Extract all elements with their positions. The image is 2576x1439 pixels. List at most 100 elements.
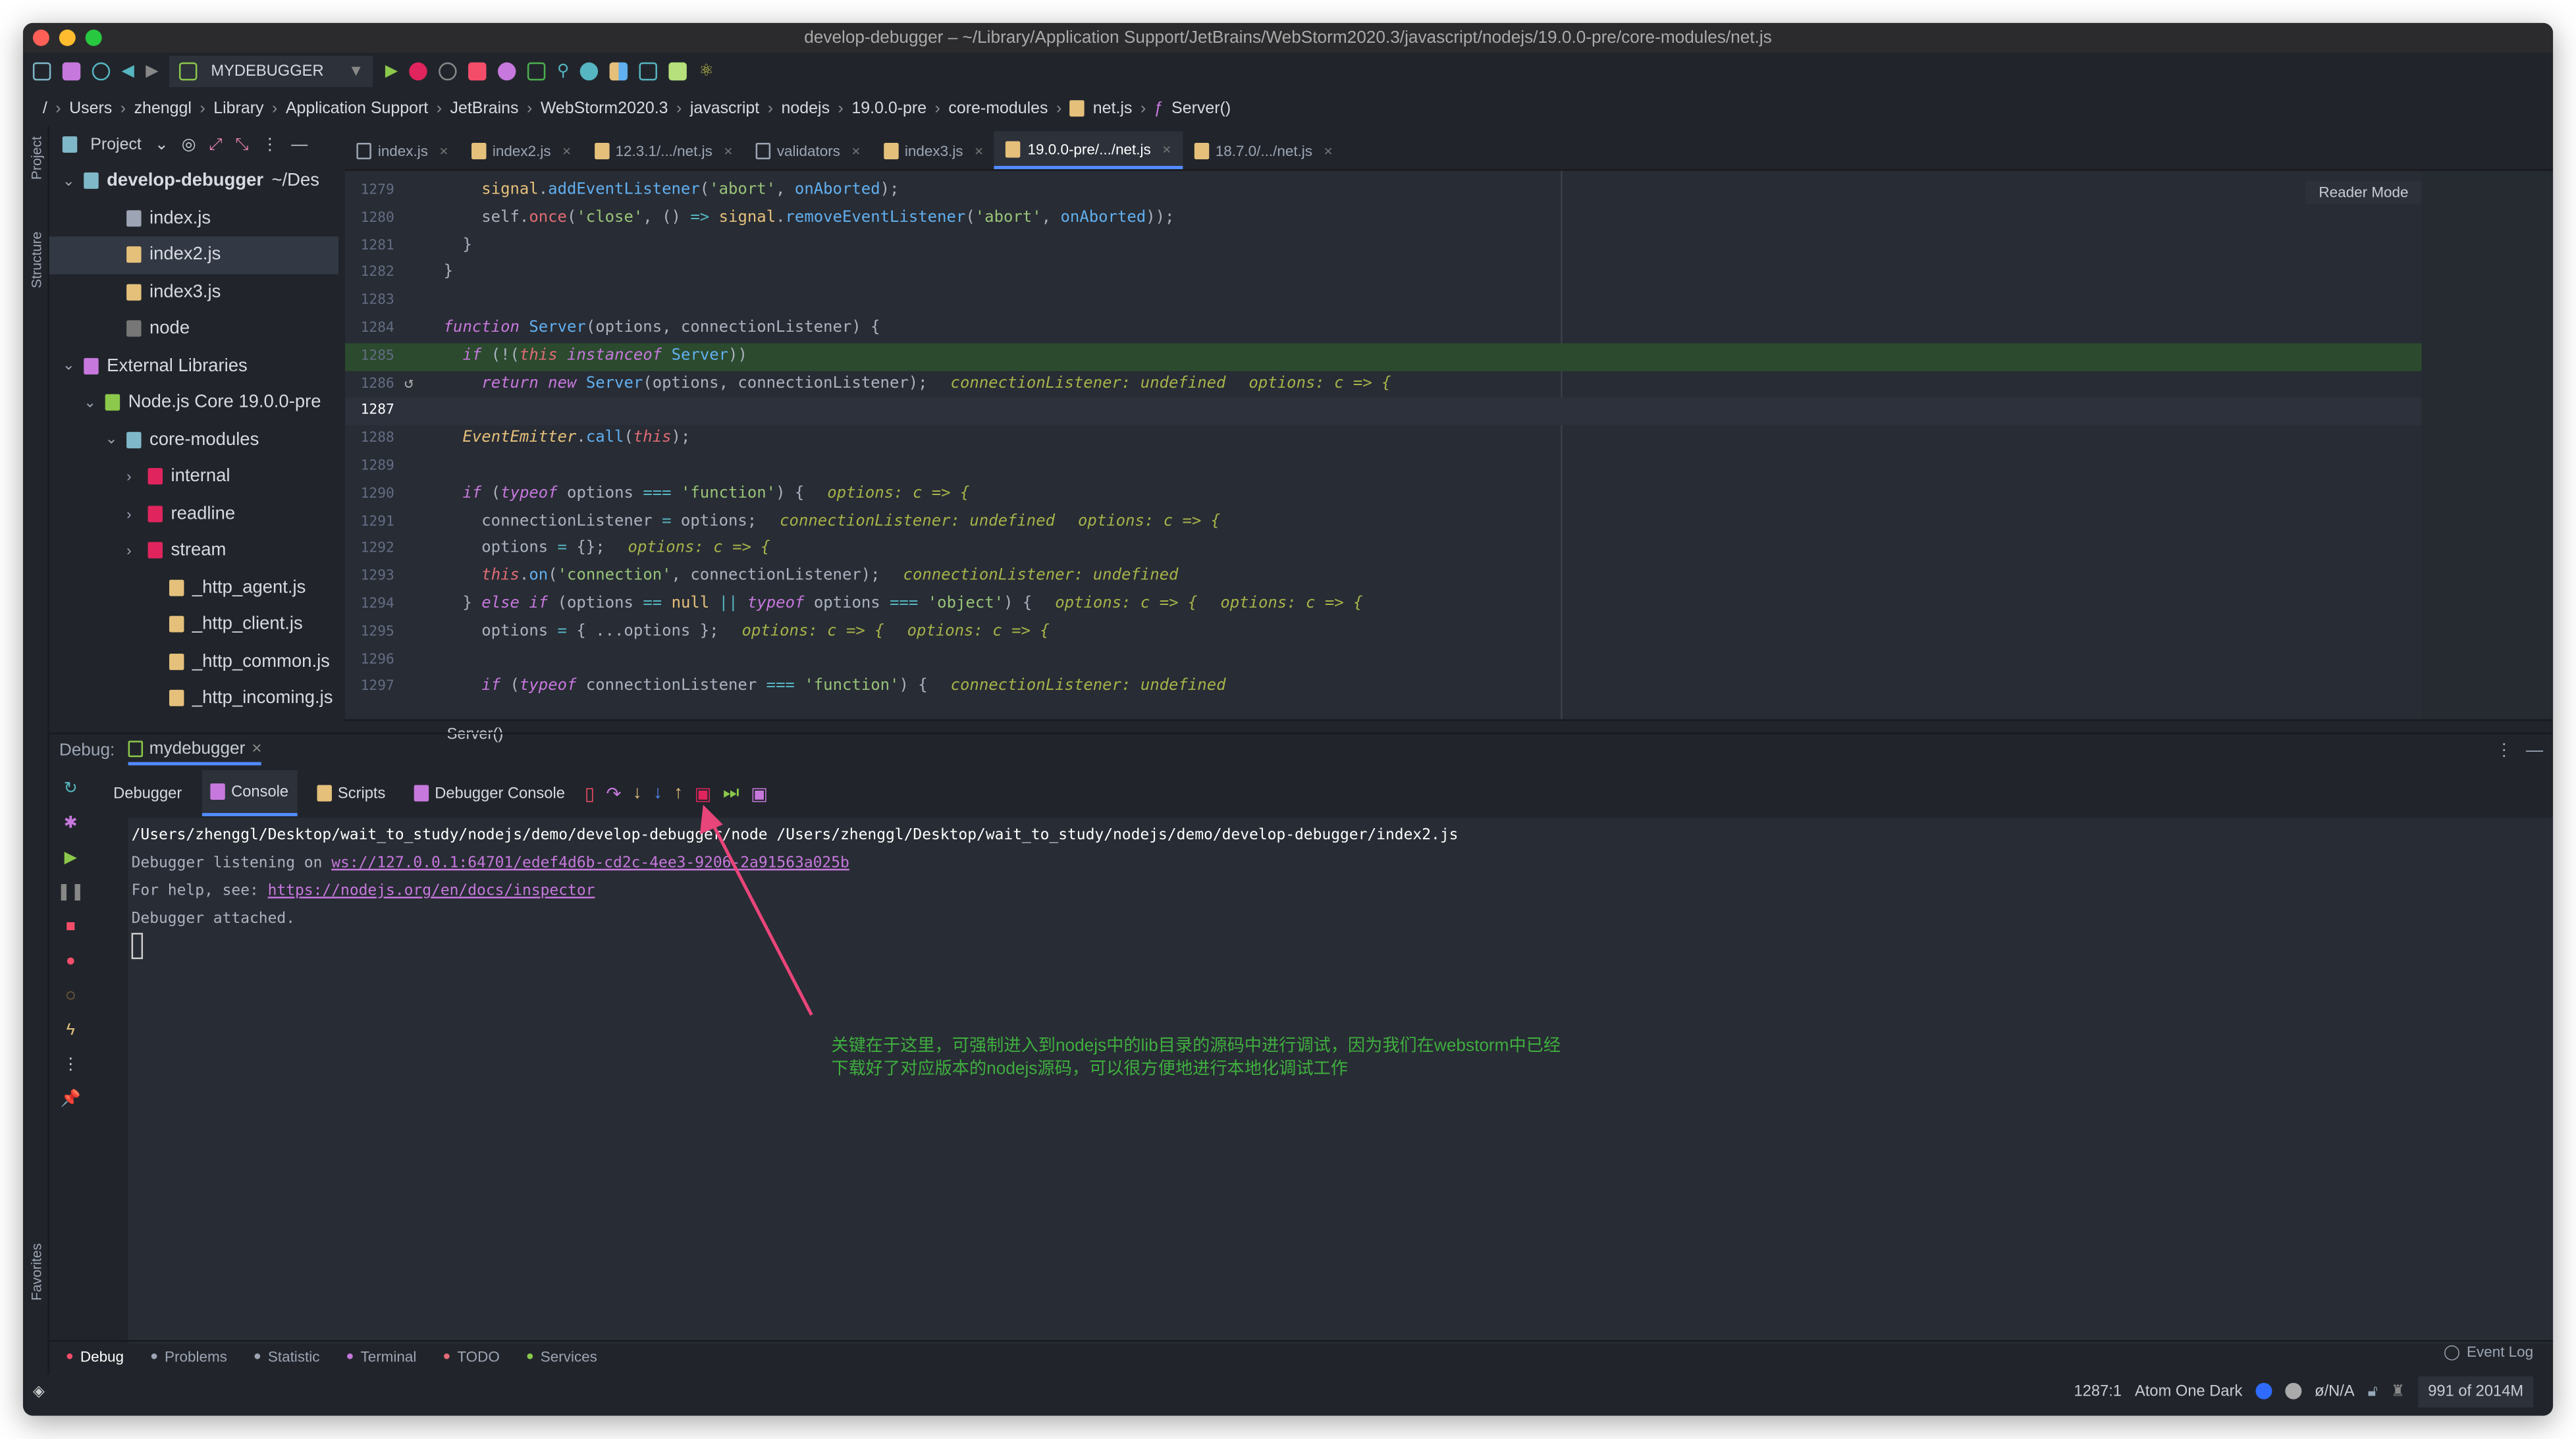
debug-tab-debugger-console[interactable]: Debugger Console xyxy=(405,770,573,816)
line-number[interactable]: 1285 xyxy=(352,343,394,371)
line-number[interactable]: 1288 xyxy=(352,426,394,454)
tree-item[interactable]: index.js xyxy=(49,199,338,236)
tool-window-debug[interactable]: ● Debug xyxy=(66,1347,124,1364)
close-icon[interactable]: × xyxy=(252,738,261,758)
memory-indicator[interactable]: 991 of 2014M xyxy=(2418,1375,2534,1407)
tree-item[interactable]: ⌄ Node.js Core 19.0.0-pre xyxy=(49,384,338,421)
tree-item[interactable]: ⌄ develop-debugger ~/Des xyxy=(49,163,338,199)
breadcrumb-item[interactable]: core-modules xyxy=(948,99,1048,117)
line-number[interactable]: 1279 xyxy=(352,177,394,205)
line-number[interactable]: 1283 xyxy=(352,288,394,315)
chevron-icon[interactable]: ⌄ xyxy=(63,357,76,375)
favorites-tool-tab[interactable]: Favorites xyxy=(28,1243,44,1301)
resume-icon[interactable]: ▶ xyxy=(65,849,77,867)
unlock-icon[interactable]: 🔓︎ xyxy=(2368,1382,2378,1400)
line-number[interactable]: 1294 xyxy=(352,591,394,619)
line-number[interactable]: 1286 xyxy=(352,371,394,398)
line-number[interactable]: 1284 xyxy=(352,315,394,343)
settings-gear-icon[interactable]: ✱ xyxy=(64,814,78,832)
force-step-into-icon[interactable]: ↓ xyxy=(653,783,662,803)
editor-tab[interactable]: 18.7.0/.../net.js × xyxy=(1183,132,1344,169)
console-input-cursor[interactable] xyxy=(131,933,144,960)
alarm-icon[interactable]: ♜ xyxy=(2391,1382,2405,1400)
run-configuration-select[interactable]: MYDEBUGGER ▼ xyxy=(169,55,374,88)
websocket-link[interactable]: ws://127.0.0.1:64701/edef4d6b-cd2c-4ee3-… xyxy=(331,854,849,872)
plugin-icon[interactable] xyxy=(669,62,687,81)
structure-tool-tab[interactable]: Structure xyxy=(28,232,44,288)
tree-item[interactable]: › stream xyxy=(49,532,338,569)
line-number[interactable]: 1293 xyxy=(352,563,394,591)
line-number[interactable]: 1296 xyxy=(352,646,394,674)
hide-panel-icon[interactable]: — xyxy=(2526,740,2543,760)
breadcrumb-item[interactable]: Users xyxy=(69,99,112,117)
tree-item[interactable]: _http_client.js xyxy=(49,606,338,643)
debug-icon[interactable] xyxy=(409,62,427,81)
vcs-branch[interactable]: ø/N/A xyxy=(2315,1382,2355,1400)
breadcrumb-item[interactable]: Application Support xyxy=(286,99,428,117)
tool-window-todo[interactable]: ● TODO xyxy=(443,1347,500,1364)
layers-icon[interactable]: ◈ xyxy=(33,1382,45,1400)
pin-icon[interactable]: 📌 xyxy=(61,1091,81,1109)
react-icon[interactable]: ⚛ xyxy=(699,63,713,80)
project-tool-tab[interactable]: Project xyxy=(28,136,44,180)
tree-item[interactable]: _http_agent.js xyxy=(49,569,338,606)
evaluate-expression-icon[interactable]: ▣ xyxy=(751,783,768,804)
chevron-icon[interactable]: › xyxy=(126,469,140,485)
close-tab-icon[interactable]: × xyxy=(1162,140,1171,157)
editor-tab[interactable]: validators × xyxy=(744,132,872,169)
tree-item[interactable]: › readline xyxy=(49,495,338,532)
monitor-icon[interactable] xyxy=(639,62,658,81)
event-log-button[interactable]: ◯ Event Log xyxy=(2444,1344,2533,1361)
run-to-cursor-icon[interactable]: ⏭ xyxy=(723,783,739,804)
drop-frame-icon[interactable]: ▣ xyxy=(694,783,711,804)
chevron-icon[interactable]: ⌄ xyxy=(63,172,76,190)
tree-item[interactable]: ⌄ core-modules xyxy=(49,421,338,458)
back-arrow-icon[interactable]: ◀ xyxy=(122,63,134,80)
close-tab-icon[interactable]: × xyxy=(724,142,732,159)
tree-item[interactable]: index3.js xyxy=(49,273,338,310)
line-number[interactable]: 1289 xyxy=(352,454,394,481)
line-number[interactable]: 1291 xyxy=(352,508,394,536)
tree-item[interactable]: index2.js xyxy=(49,236,338,274)
debug-tab-console[interactable]: Console xyxy=(201,770,297,816)
minimize-window-button[interactable] xyxy=(59,29,76,46)
breadcrumb-item[interactable]: Library xyxy=(213,99,263,117)
lightning-icon[interactable]: ϟ xyxy=(67,1022,75,1039)
chevron-icon[interactable]: ⌄ xyxy=(105,431,119,448)
line-number[interactable]: 1281 xyxy=(352,232,394,260)
stop-icon[interactable] xyxy=(468,62,487,81)
chevron-icon[interactable]: › xyxy=(126,542,140,559)
line-number[interactable]: 1292 xyxy=(352,536,394,563)
step-out-icon[interactable]: ↑ xyxy=(674,783,683,803)
line-number[interactable]: 1290 xyxy=(352,481,394,508)
tree-item[interactable]: › internal xyxy=(49,458,338,495)
more-icon[interactable]: ⋮ xyxy=(63,1056,79,1074)
maximize-window-button[interactable] xyxy=(85,29,102,46)
close-tab-icon[interactable]: × xyxy=(439,142,448,159)
step-into-icon[interactable]: ↓ xyxy=(633,783,642,803)
settings-gear-icon[interactable] xyxy=(498,62,516,81)
tool-window-problems[interactable]: ● Problems xyxy=(150,1347,227,1364)
editor-tab[interactable]: index.js × xyxy=(345,132,460,169)
line-number[interactable]: 1282 xyxy=(352,260,394,288)
show-execution-point-icon[interactable]: ▯ xyxy=(585,783,595,804)
more-options-icon[interactable]: ⋮ xyxy=(2496,740,2513,760)
run-icon[interactable]: ▶ xyxy=(385,63,398,80)
breadcrumb-item[interactable]: javascript xyxy=(690,99,759,117)
close-tab-icon[interactable]: × xyxy=(1324,142,1332,159)
search-icon[interactable]: ⚲ xyxy=(557,63,569,80)
tool-window-terminal[interactable]: ● Terminal xyxy=(346,1347,416,1364)
breadcrumb-item[interactable]: Server() xyxy=(1171,99,1231,117)
project-view-select[interactable]: Project xyxy=(90,136,142,153)
save-icon[interactable] xyxy=(62,62,81,81)
breadcrumb-item[interactable]: WebStorm2020.3 xyxy=(541,99,668,117)
step-over-icon[interactable]: ↷ xyxy=(606,783,621,804)
expand-all-icon[interactable]: ⤢ xyxy=(209,136,222,153)
open-folder-icon[interactable] xyxy=(32,62,51,81)
line-number[interactable]: 1295 xyxy=(352,619,394,646)
tree-item[interactable]: node xyxy=(49,311,338,348)
tool-window-services[interactable]: ● Services xyxy=(526,1347,597,1364)
mute-breakpoints-icon[interactable]: ◌ xyxy=(66,987,76,1005)
editor-tab[interactable]: 19.0.0-pre/.../net.js × xyxy=(994,131,1183,169)
hide-panel-icon[interactable]: — xyxy=(291,136,308,153)
